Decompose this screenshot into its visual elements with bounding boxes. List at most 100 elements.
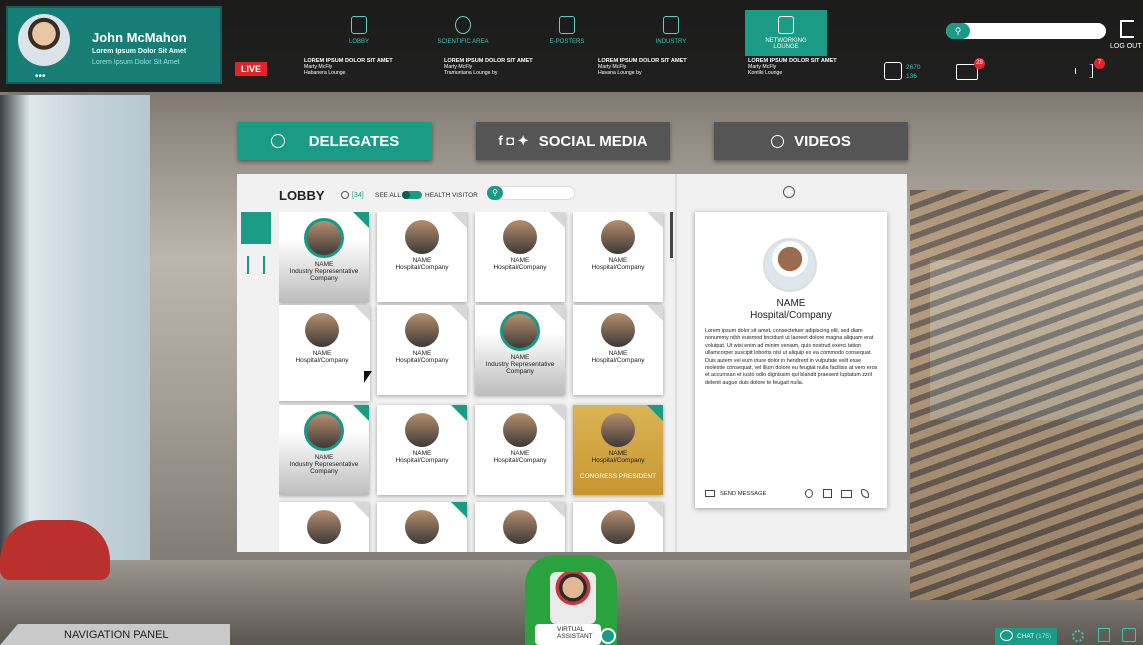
health-visitor-toggle[interactable]: [402, 191, 422, 199]
profile-panel[interactable]: ••• John McMahon Lorem Ipsum Dolor Sit A…: [6, 6, 222, 84]
card-corner-icon[interactable]: [549, 305, 565, 321]
delegate-card[interactable]: NAME Hospital/Company: [377, 405, 467, 495]
delegate-card[interactable]: [573, 502, 663, 552]
delegate-card[interactable]: NAME Hospital/Company: [573, 212, 663, 302]
virtual-assistant-button[interactable]: VIRTUAL ASSISTANT: [535, 624, 601, 645]
detail-search-icon[interactable]: [783, 186, 795, 198]
handshake-icon: [778, 16, 794, 34]
nav-scientific-area[interactable]: SCIENTIFIC AREA: [422, 10, 504, 54]
nav-e-posters[interactable]: E-POSTERS: [526, 10, 608, 54]
delegate-avatar: [601, 510, 635, 544]
delegate-name: NAME: [412, 350, 432, 357]
tab-delegates[interactable]: DELEGATES: [238, 122, 432, 160]
delegate-org: Hospital/Company: [395, 357, 449, 364]
detail-avatar: [763, 238, 817, 292]
delegate-card[interactable]: [377, 502, 467, 552]
delegate-name: NAME: [412, 450, 432, 457]
nav-lobby[interactable]: LOBBY: [318, 10, 400, 54]
card-corner-icon[interactable]: [647, 305, 663, 321]
send-message-button[interactable]: SEND MESSAGE: [720, 491, 766, 497]
online-count: 136: [906, 73, 917, 80]
card-corner-icon[interactable]: [353, 502, 369, 518]
delegate-card[interactable]: NAME Industry Representative Company: [279, 212, 369, 302]
edit-icon[interactable]: [823, 489, 832, 498]
card-corner-icon[interactable]: [451, 212, 467, 228]
connect-icon[interactable]: [805, 489, 813, 498]
nav-networking-lounge[interactable]: NETWORKING LOUNGE: [745, 10, 827, 56]
attendees-icon[interactable]: [884, 62, 902, 80]
delegate-name: NAME: [314, 454, 334, 461]
mouse-cursor-icon: [364, 371, 372, 383]
virtual-assistant-avatar[interactable]: [550, 572, 596, 624]
ticker-where: Tramuntana Lounge by: [444, 70, 498, 76]
delegate-name: NAME: [608, 450, 628, 457]
delegate-name: NAME: [312, 350, 332, 357]
delegate-card[interactable]: NAME Hospital/Company: [279, 305, 370, 401]
search-input[interactable]: [946, 23, 1106, 39]
nav-label: INDUSTRY: [655, 39, 687, 45]
delegate-card[interactable]: [279, 502, 369, 552]
card-corner-icon[interactable]: [647, 405, 663, 421]
delegate-avatar: [304, 411, 344, 451]
notes-icon[interactable]: [1098, 628, 1110, 642]
share-icon[interactable]: [1122, 628, 1136, 642]
delegate-avatar: [307, 510, 341, 544]
delegate-org: Industry Representative Company: [289, 268, 359, 282]
people-icon: [270, 134, 285, 148]
card-corner-icon[interactable]: [647, 212, 663, 228]
ticker-item[interactable]: LOREM IPSUM DOLOR SIT AMET Marty McFly Hav…: [598, 58, 738, 88]
delegate-name: NAME: [510, 450, 530, 457]
more-dots-icon[interactable]: •••: [35, 72, 46, 82]
attendee-count: 2670: [906, 64, 921, 71]
navpanel-label: NAVIGATION PANEL: [64, 629, 169, 641]
delegate-card[interactable]: [475, 502, 565, 552]
tab-videos[interactable]: VIDEOS: [714, 122, 908, 160]
delegate-avatar: [304, 218, 344, 258]
card-corner-icon[interactable]: [353, 405, 369, 421]
search-icon[interactable]: ⚲: [946, 23, 970, 39]
card-corner-icon[interactable]: [354, 305, 370, 321]
delegate-card[interactable]: NAME Hospital/Company: [377, 212, 467, 302]
social-icons: f ◘ ✦: [498, 133, 529, 148]
gear-icon[interactable]: [1072, 630, 1084, 642]
card-corner-icon[interactable]: [451, 305, 467, 321]
briefcase-badge: 28: [974, 58, 985, 69]
video-call-icon[interactable]: [841, 490, 852, 498]
delegate-org: Hospital/Company: [295, 357, 349, 364]
logout-icon[interactable]: [1120, 20, 1134, 38]
nav-industry[interactable]: INDUSTRY: [630, 10, 712, 54]
card-corner-icon[interactable]: [451, 502, 467, 518]
phone-icon[interactable]: [861, 489, 869, 498]
delegate-name: NAME: [510, 257, 530, 264]
card-corner-icon[interactable]: [451, 405, 467, 421]
card-corner-icon[interactable]: [549, 405, 565, 421]
delegate-card[interactable]: NAME Hospital/Company: [475, 405, 565, 495]
delegate-card[interactable]: NAME Industry Representative Company: [279, 405, 369, 495]
tab-social-media[interactable]: f ◘ ✦ SOCIAL MEDIA: [476, 122, 670, 160]
divider: [675, 174, 677, 552]
delegate-avatar: [405, 413, 439, 447]
card-corner-icon[interactable]: [353, 212, 369, 228]
filter-sliders-icon[interactable]: [247, 256, 265, 274]
delegate-card[interactable]: NAME Hospital/Company CONGRESS PRESIDENT: [573, 405, 663, 495]
logout-label[interactable]: LOG OUT: [1110, 43, 1142, 50]
delegate-card[interactable]: NAME Hospital/Company: [475, 212, 565, 302]
navigation-panel[interactable]: NAVIGATION PANEL: [0, 624, 230, 645]
ticker-item[interactable]: LOREM IPSUM DOLOR SIT AMET Marty McFly Kon…: [748, 58, 888, 88]
delegate-card[interactable]: NAME Hospital/Company: [377, 305, 467, 395]
card-corner-icon[interactable]: [549, 212, 565, 228]
assistant-badge-icon[interactable]: [600, 628, 616, 644]
filter-people-icon[interactable]: [241, 212, 271, 244]
delegate-card[interactable]: NAME Hospital/Company: [573, 305, 663, 395]
ticker-item[interactable]: LOREM IPSUM DOLOR SIT AMET Marty McFly Tra…: [444, 58, 584, 88]
delegate-card[interactable]: NAME Industry Representative Company: [475, 305, 565, 395]
delegate-org: Hospital/Company: [493, 264, 547, 271]
card-corner-icon[interactable]: [549, 502, 565, 518]
envelope-icon[interactable]: [705, 490, 715, 497]
user-line2: Lorem Ipsum Dolor Sit Amet: [92, 59, 180, 66]
ticker-item[interactable]: LOREM IPSUM DOLOR SIT AMET Marty McFly Hab…: [304, 58, 444, 88]
scrollbar[interactable]: [670, 212, 673, 258]
delegate-org: Industry Representative Company: [289, 461, 359, 475]
card-corner-icon[interactable]: [647, 502, 663, 518]
search-icon[interactable]: ⚲: [487, 186, 503, 200]
